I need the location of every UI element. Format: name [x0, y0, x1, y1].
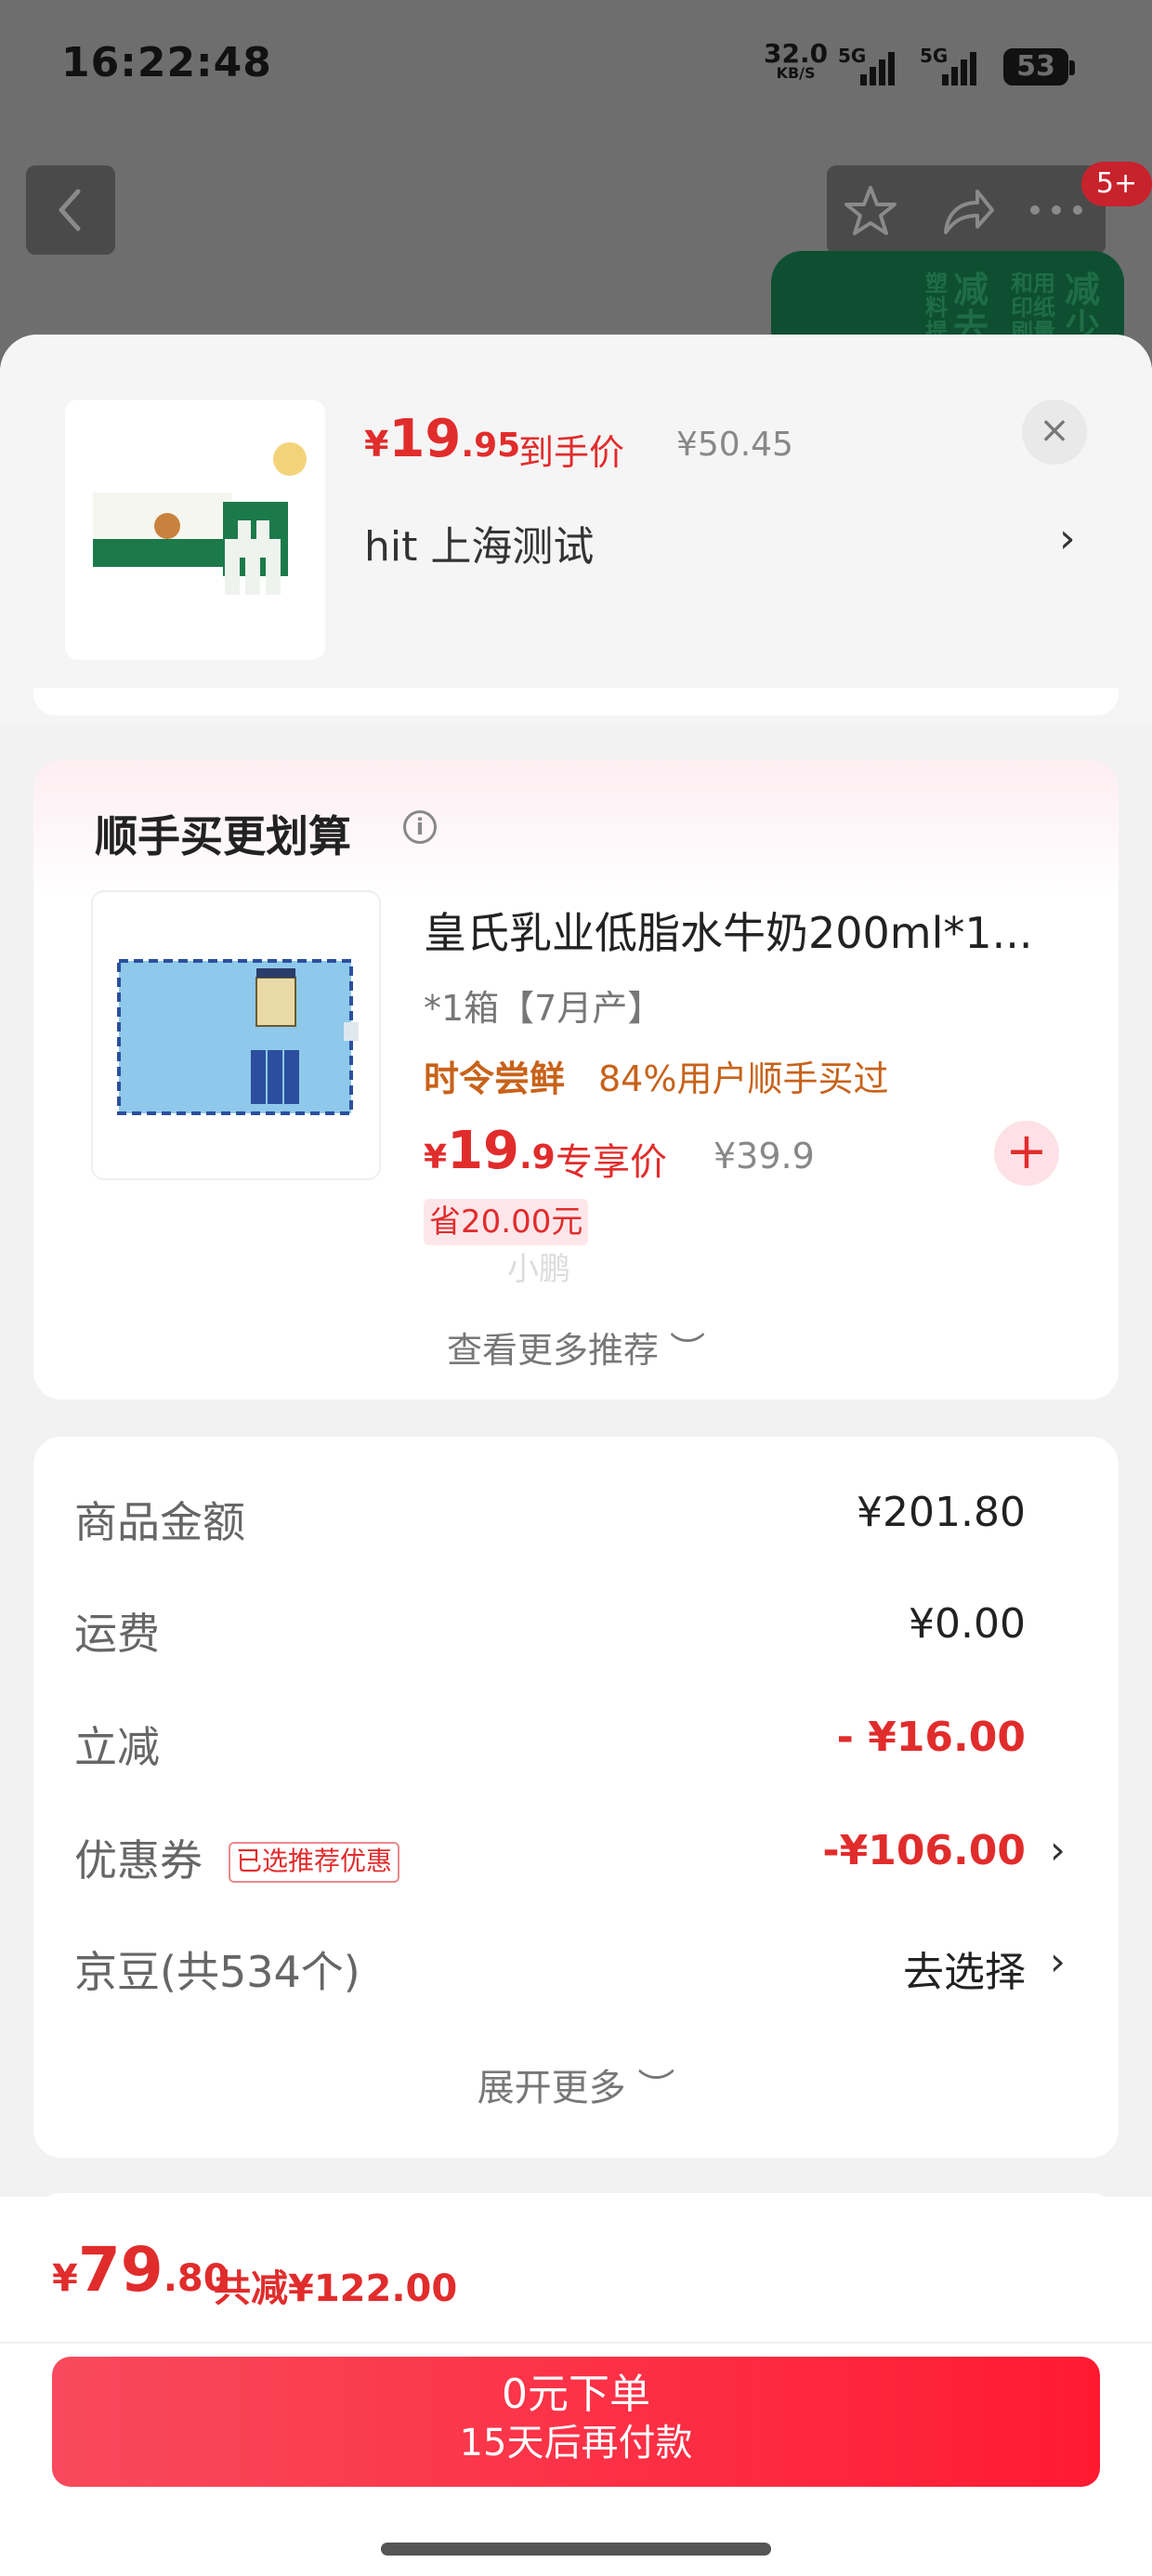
total-price: ¥79.80 — [52, 2234, 229, 2306]
coupon-label[interactable]: 优惠券 — [74, 1827, 203, 1888]
divider — [0, 2342, 1152, 2344]
price-integer: 79 — [77, 2234, 164, 2306]
delivery-address[interactable]: hit 上海测试 — [364, 513, 594, 572]
price-decimal: .95 — [461, 427, 521, 465]
place-order-label: 0元下单 — [502, 2371, 650, 2418]
top-toolbar — [827, 165, 1106, 255]
shipping-label: 运费 — [74, 1609, 160, 1659]
exclusive-price-label: 专享价 — [556, 1141, 667, 1184]
place-order-button[interactable]: 0元下单 15天后再付款 — [52, 2357, 1100, 2487]
chevron-left-icon — [59, 189, 81, 231]
more-dots-icon[interactable] — [1026, 199, 1091, 221]
banner-text: 塑料提 — [925, 270, 948, 345]
seasonal-tag: 时令尝鲜 — [424, 1058, 566, 1099]
milk-carton-image — [117, 959, 359, 1115]
subtotal-label: 商品金额 — [74, 1497, 245, 1547]
milk-box-image — [93, 442, 307, 595]
recommended-original-price: ¥39.9 — [713, 1136, 815, 1176]
close-button[interactable]: × — [1022, 400, 1087, 465]
price-symbol: ¥ — [424, 1138, 448, 1176]
chevron-right-icon[interactable]: › — [1059, 515, 1076, 562]
watermark: 小鹏 — [507, 1251, 570, 1288]
price-label: 到手价 — [518, 432, 625, 473]
status-bar: 16:22:48 32.0 KB/S 5G 5G 53 — [0, 0, 1152, 139]
price-symbol: ¥ — [364, 424, 389, 465]
banner-text: 和用印纸刷量 — [1011, 270, 1055, 345]
recommendation-card: 顺手买更划算 i 皇氏乳业低脂水牛奶200ml*1... *1箱【7月产】 时令… — [33, 760, 1119, 1400]
recommended-product-image[interactable] — [91, 890, 381, 1180]
product-header: ¥19.95 到手价 ¥50.45 × hit 上海测试 › — [0, 335, 1152, 725]
network-speed: 32.0 KB/S — [764, 41, 828, 82]
recommended-product-name[interactable]: 皇氏乳业低脂水牛奶200ml*1... — [424, 900, 1033, 961]
price-decimal: .9 — [519, 1138, 556, 1176]
info-icon[interactable]: i — [403, 810, 437, 844]
recommended-product-price: ¥19.9 — [424, 1121, 556, 1181]
price-symbol: ¥ — [52, 2257, 78, 2300]
cellular-signal-icon: 5G — [920, 45, 985, 87]
checkout-footer: ¥79.80 共减¥122.00 0元下单 15天后再付款 — [0, 2197, 1152, 2576]
product-price: ¥19.95 — [364, 409, 520, 469]
savings-tag: 省20.00元 — [424, 1199, 589, 1245]
coupon-recommended-tag: 已选推荐优惠 — [229, 1842, 400, 1883]
star-icon[interactable] — [842, 182, 899, 240]
price-summary-card: 商品金额 ¥201.80 运费 ¥0.00 立减 - ¥16.00 优惠券 已选… — [33, 1437, 1119, 2158]
price-integer: 19 — [447, 1121, 519, 1181]
original-price: ¥50.45 — [676, 426, 793, 464]
instant-discount-value: - ¥16.00 — [836, 1714, 1026, 1761]
recommended-product-spec: *1箱【7月产】 — [424, 988, 663, 1029]
pay-later-label: 15天后再付款 — [459, 2422, 693, 2464]
back-button[interactable] — [26, 165, 115, 255]
view-more-recommendations[interactable]: 查看更多推荐 ︶ — [33, 1321, 1119, 1373]
cellular-signal-icon: 5G — [838, 45, 903, 87]
chevron-right-icon[interactable]: › — [1050, 1939, 1066, 1984]
expand-more-button[interactable]: 展开更多 ︶ — [33, 2057, 1119, 2111]
product-image — [65, 400, 325, 660]
status-time: 16:22:48 — [61, 39, 272, 86]
section-strip — [33, 688, 1119, 716]
instant-discount-label: 立减 — [74, 1722, 160, 1772]
price-integer: 19 — [388, 409, 462, 469]
total-reduced: 共减¥122.00 — [214, 2267, 458, 2310]
buyers-stat: 84%用户顺手买过 — [598, 1058, 889, 1099]
notification-badge: 5+ — [1081, 162, 1152, 206]
home-indicator[interactable] — [381, 2543, 771, 2556]
share-icon[interactable] — [938, 182, 996, 240]
subtotal-value: ¥201.80 — [857, 1489, 1026, 1536]
battery-icon: 53 — [1003, 48, 1075, 85]
chevron-right-icon[interactable]: › — [1050, 1827, 1066, 1873]
add-to-order-button[interactable]: + — [994, 1121, 1059, 1186]
shipping-value: ¥0.00 — [909, 1600, 1026, 1648]
section-title: 顺手买更划算 — [95, 811, 351, 861]
jd-beans-select[interactable]: 去选择 — [903, 1939, 1026, 1998]
coupon-value[interactable]: -¥106.00 — [822, 1827, 1026, 1874]
jd-beans-label[interactable]: 京豆(共534个) — [74, 1939, 360, 2000]
